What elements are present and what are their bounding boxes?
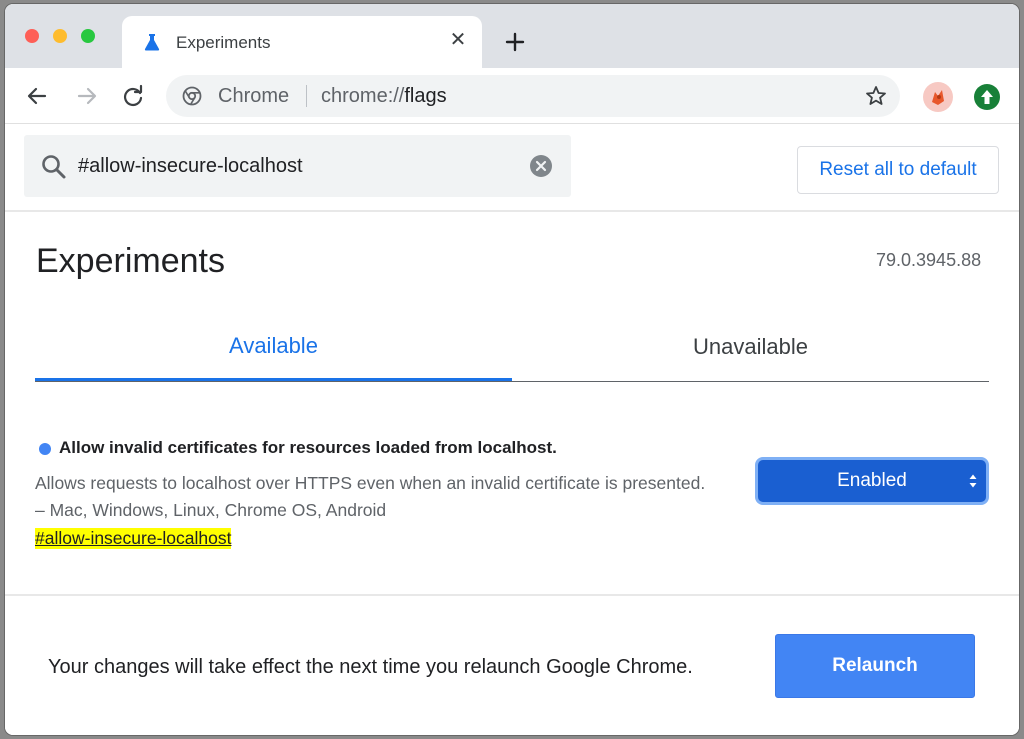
forward-arrow-icon[interactable] [73, 82, 101, 110]
update-arrow-icon[interactable] [974, 84, 1000, 110]
fox-extension-icon[interactable] [923, 82, 953, 112]
zoom-window-button[interactable] [81, 29, 95, 43]
flask-icon [144, 34, 160, 51]
tab-unavailable[interactable]: Unavailable [512, 310, 989, 382]
relaunch-button[interactable]: Relaunch [775, 634, 975, 698]
tab-available[interactable]: Available [35, 310, 512, 381]
address-bar[interactable]: Chrome chrome://flags [166, 75, 900, 117]
plus-icon[interactable] [501, 28, 529, 56]
omnibox-divider [306, 85, 307, 107]
flag-permalink[interactable]: #allow-insecure-localhost [35, 528, 232, 549]
back-arrow-icon[interactable] [23, 82, 51, 110]
url-host: flags [404, 85, 447, 107]
browser-window: Experiments ✕ Chrome chrome://flags #all… [5, 4, 1019, 735]
chrome-icon [182, 86, 202, 106]
minimize-window-button[interactable] [53, 29, 67, 43]
url-text[interactable]: chrome://flags [321, 85, 447, 108]
flags-header: Reset all to default [5, 124, 1019, 212]
tab-strip: Experiments ✕ [5, 4, 1019, 68]
bookmark-star-icon[interactable] [864, 84, 888, 108]
flag-description: Allows requests to localhost over HTTPS … [35, 473, 706, 520]
tab-title: Experiments [176, 33, 271, 52]
select-arrows-icon [969, 474, 977, 488]
reload-icon[interactable] [119, 82, 147, 110]
experiments-content: Experiments 79.0.3945.88 Available Unava… [5, 214, 1019, 594]
flag-name: Allow invalid certificates for resources… [59, 438, 557, 457]
relaunch-footer: Your changes will take effect the next t… [5, 594, 1019, 735]
tab-close-icon[interactable]: ✕ [448, 30, 468, 50]
url-scheme: chrome:// [321, 85, 405, 107]
reset-all-button[interactable]: Reset all to default [797, 146, 999, 194]
flags-tabs: Available Unavailable [35, 310, 989, 382]
page-title: Experiments [36, 242, 225, 280]
search-input[interactable] [78, 145, 518, 187]
browser-toolbar: Chrome chrome://flags [5, 68, 1019, 124]
clear-search-icon[interactable] [529, 154, 553, 178]
flag-state-value: Enabled [837, 470, 907, 491]
relaunch-message: Your changes will take effect the next t… [48, 656, 693, 678]
flag-state-select[interactable]: Enabled [758, 460, 986, 502]
search-icon [42, 155, 66, 179]
close-window-button[interactable] [25, 29, 39, 43]
secure-chip-label: Chrome [218, 85, 290, 107]
version-number: 79.0.3945.88 [876, 250, 982, 270]
tab-experiments[interactable]: Experiments ✕ [122, 16, 482, 68]
modified-dot-icon [39, 443, 51, 455]
search-box [24, 135, 571, 197]
